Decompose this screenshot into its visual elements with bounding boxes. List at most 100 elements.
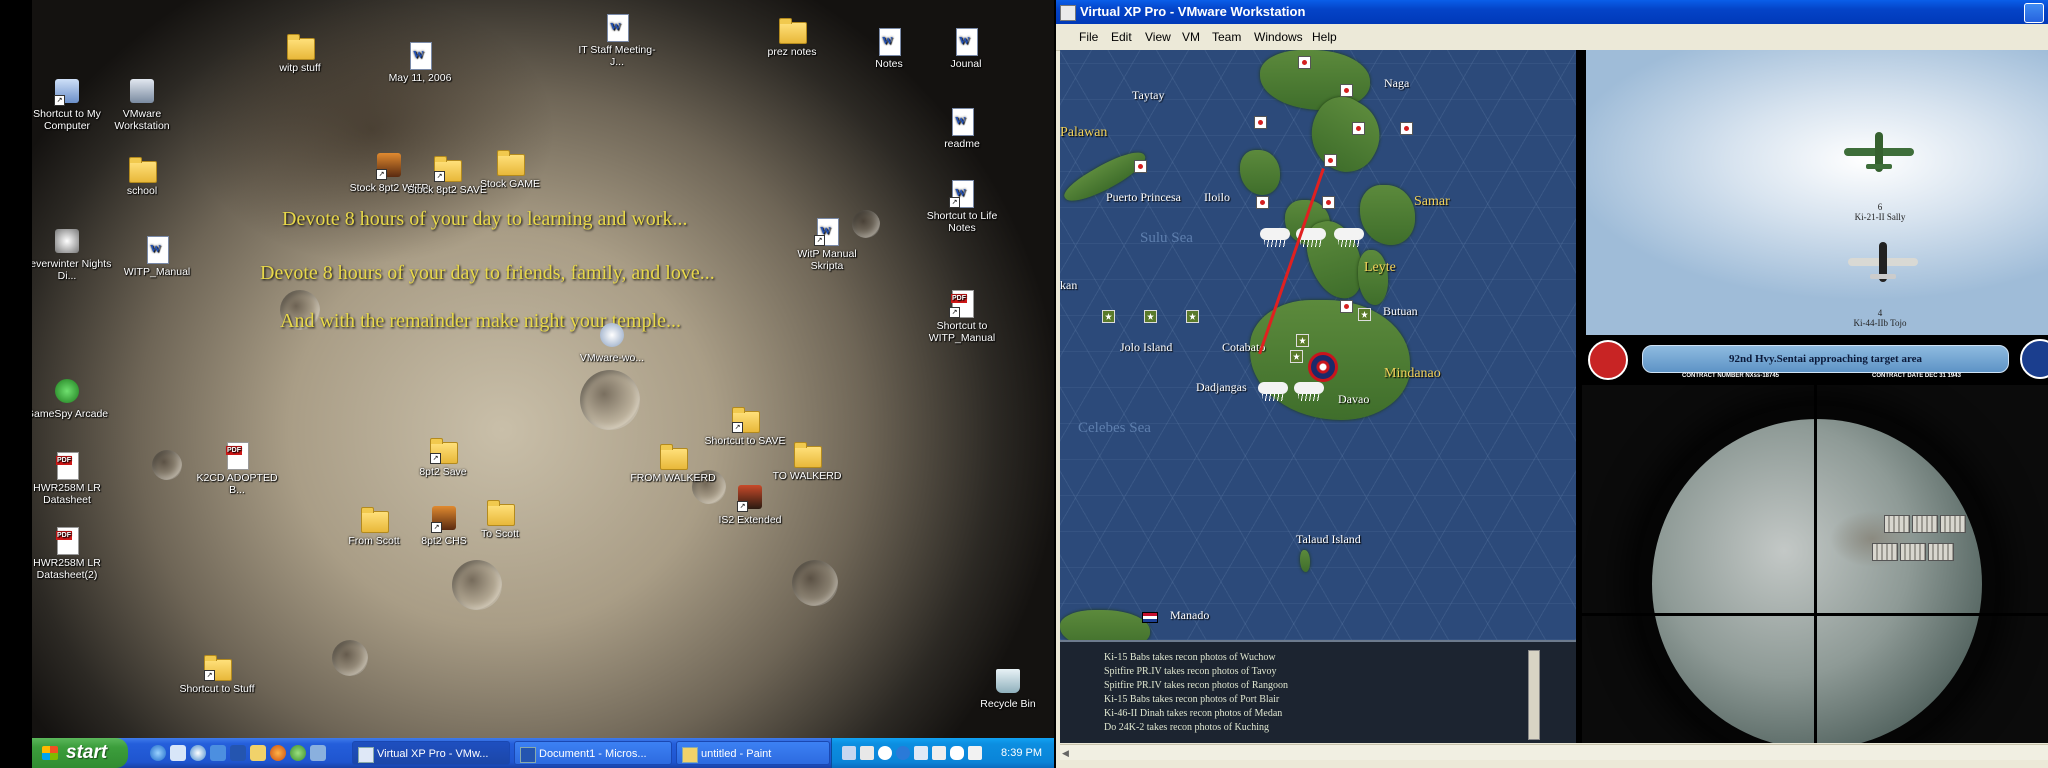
outlook-icon[interactable]	[170, 745, 186, 761]
clock[interactable]: 8:39 PM	[1001, 738, 1042, 768]
desktop-icon-vmware[interactable]: VMware Workstation	[97, 78, 187, 132]
desktop-icon-jounal[interactable]: Jounal	[921, 28, 1011, 70]
vmware-title-bar[interactable]: Virtual XP Pro - VMware Workstation	[1056, 0, 2048, 24]
log-scrollbar[interactable]	[1528, 650, 1540, 740]
japanese-base-icon[interactable]	[1352, 122, 1365, 135]
desktop-icon-k2cd[interactable]: K2CD ADOPTED B...	[192, 442, 282, 496]
menu-windows[interactable]: Windows	[1254, 30, 1303, 44]
vmware-icon	[358, 747, 374, 763]
tray-pen-icon[interactable]	[842, 746, 856, 760]
task-vmware[interactable]: Virtual XP Pro - VMw...	[352, 741, 510, 765]
japanese-base-icon[interactable]	[1322, 196, 1335, 209]
desktop: Devote 8 hours of your day to learning a…	[32, 0, 1054, 768]
system-tray: 8:39 PM	[831, 738, 1054, 768]
word-document-icon	[410, 42, 432, 70]
desktop-icon-it-staff-meeting[interactable]: IT Staff Meeting-J...	[572, 14, 662, 68]
japanese-base-icon[interactable]	[1134, 160, 1147, 173]
japanese-base-icon[interactable]	[1254, 116, 1267, 129]
vm-screen[interactable]: Taytay Naga Palawan Puerto Princesa Iloi…	[1060, 50, 2048, 743]
japanese-base-icon[interactable]	[1256, 196, 1269, 209]
menu-view[interactable]: View	[1145, 30, 1171, 44]
moon-crater	[792, 560, 838, 606]
desktop-icon-to-walkerd[interactable]: TO WALKERD	[762, 440, 852, 482]
desktop-icon-shortcut-life-notes[interactable]: ↗ Shortcut to Life Notes	[917, 180, 1007, 234]
desktop-icon-hwr258m-datasheet[interactable]: HWR258M LR Datasheet	[32, 452, 112, 506]
menu-team[interactable]: Team	[1212, 30, 1241, 44]
vmware-icon	[130, 79, 154, 103]
scroll-left-icon[interactable]: ◀	[1062, 747, 1074, 759]
desktop-icon-gamespy[interactable]: GameSpy Arcade	[32, 378, 112, 420]
desktop-icon-prez-notes[interactable]: prez notes	[747, 16, 837, 58]
japanese-base-icon[interactable]	[1324, 154, 1337, 167]
shortcut-arrow-icon: ↗	[737, 501, 748, 512]
moon-crater	[452, 560, 502, 610]
desktop-icon-stock-game[interactable]: Stock GAME	[465, 148, 555, 190]
desktop-icon-witp-manual-skripta[interactable]: ↗ WitP Manual Skripta	[782, 218, 872, 272]
japanese-base-icon[interactable]	[1340, 300, 1353, 313]
task-word-document[interactable]: Document1 - Micros...	[514, 741, 672, 765]
word-icon[interactable]	[230, 745, 246, 761]
media-player-icon[interactable]	[190, 745, 206, 761]
desktop-icon-recycle-bin[interactable]: Recycle Bin	[963, 668, 1053, 710]
firefox-icon[interactable]	[270, 745, 286, 761]
menu-edit[interactable]: Edit	[1111, 30, 1132, 44]
allied-base-icon[interactable]	[1102, 310, 1115, 323]
paint-icon[interactable]	[250, 745, 266, 761]
window-title: Virtual XP Pro - VMware Workstation	[1080, 4, 1306, 19]
desktop-icon-may-11-2006[interactable]: May 11, 2006	[375, 42, 465, 84]
allied-base-icon[interactable]	[1144, 310, 1157, 323]
desktop-icon-readme[interactable]: readme	[917, 108, 1007, 150]
desktop-icon-shortcut-witp-manual[interactable]: ↗ Shortcut to WITP_Manual	[917, 290, 1007, 344]
folder-icon	[497, 150, 525, 176]
target-marker-icon[interactable]	[1308, 352, 1338, 382]
tray-keyboard-icon[interactable]	[860, 746, 874, 760]
ie-icon[interactable]	[150, 745, 166, 761]
map-label-samar: Samar	[1414, 194, 1450, 209]
tray-volume-icon[interactable]	[932, 746, 946, 760]
map-label-puerto-princesa: Puerto Princesa	[1106, 190, 1181, 204]
tray-messenger-icon[interactable]	[950, 746, 964, 760]
log-line: Ki-15 Babs takes recon photos of Wuchow	[1104, 652, 1276, 663]
desktop-icon-shortcut-stuff[interactable]: ↗ Shortcut to Stuff	[172, 653, 262, 695]
japanese-base-icon[interactable]	[1298, 56, 1311, 69]
desktop-icon-is2-extended[interactable]: ↗ IS2 Extended	[705, 484, 795, 526]
network-icon[interactable]	[310, 745, 326, 761]
desktop-icon-to-scott[interactable]: To Scott	[455, 498, 545, 540]
log-line: Ki-46-II Dinah takes recon photos of Med…	[1104, 708, 1283, 719]
start-button[interactable]: start	[32, 738, 128, 768]
tray-help-icon[interactable]	[878, 746, 892, 760]
desktop-icon-8pt2-save[interactable]: ↗ 8pt2 Save	[398, 436, 488, 478]
menu-help[interactable]: Help	[1312, 30, 1337, 44]
allied-base-icon[interactable]	[1296, 334, 1309, 347]
allied-base-icon[interactable]	[1358, 308, 1371, 321]
ki-21-sally-aircraft-icon	[1844, 132, 1914, 172]
tray-chevron-icon[interactable]	[896, 746, 910, 760]
strategic-map[interactable]: Taytay Naga Palawan Puerto Princesa Iloi…	[1060, 50, 1576, 640]
desktop-icon-school[interactable]: school	[97, 155, 187, 197]
task-paint[interactable]: untitled - Paint	[676, 741, 830, 765]
horizontal-scrollbar[interactable]: ◀	[1060, 744, 2048, 761]
tray-network-icon[interactable]	[914, 746, 928, 760]
shortcut-arrow-icon: ↗	[204, 670, 215, 681]
japanese-base-icon[interactable]	[1340, 84, 1353, 97]
japanese-base-icon[interactable]	[1400, 122, 1413, 135]
menu-vm[interactable]: VM	[1182, 30, 1200, 44]
tray-mail-icon[interactable]	[968, 746, 982, 760]
desktop-icon-quick[interactable]	[210, 745, 226, 761]
dutch-flag-icon	[1142, 612, 1158, 623]
paint-icon	[682, 747, 698, 763]
allied-base-icon[interactable]	[1186, 310, 1199, 323]
word-document-icon	[952, 108, 974, 136]
menu-file[interactable]: File	[1079, 30, 1098, 44]
allied-base-icon[interactable]	[1290, 350, 1303, 363]
desktop-icon-from-walkerd[interactable]: FROM WALKERD	[628, 442, 718, 484]
crosshair-horizontal	[1582, 613, 2048, 616]
desktop-icon-witp-manual[interactable]: WITP_Manual	[112, 236, 202, 278]
messenger-icon[interactable]	[290, 745, 306, 761]
document-icon	[226, 442, 249, 470]
desktop-icon-witp-stuff[interactable]: witp stuff	[255, 32, 345, 74]
desktop-icon-neverwinter[interactable]: Neverwinter Nights Di...	[32, 228, 112, 282]
desktop-icon-vmware-installer[interactable]: VMware-wo...	[567, 322, 657, 364]
minimize-button[interactable]	[2024, 3, 2044, 23]
desktop-icon-hwr258m-datasheet-2[interactable]: HWR258M LR Datasheet(2)	[32, 527, 112, 581]
